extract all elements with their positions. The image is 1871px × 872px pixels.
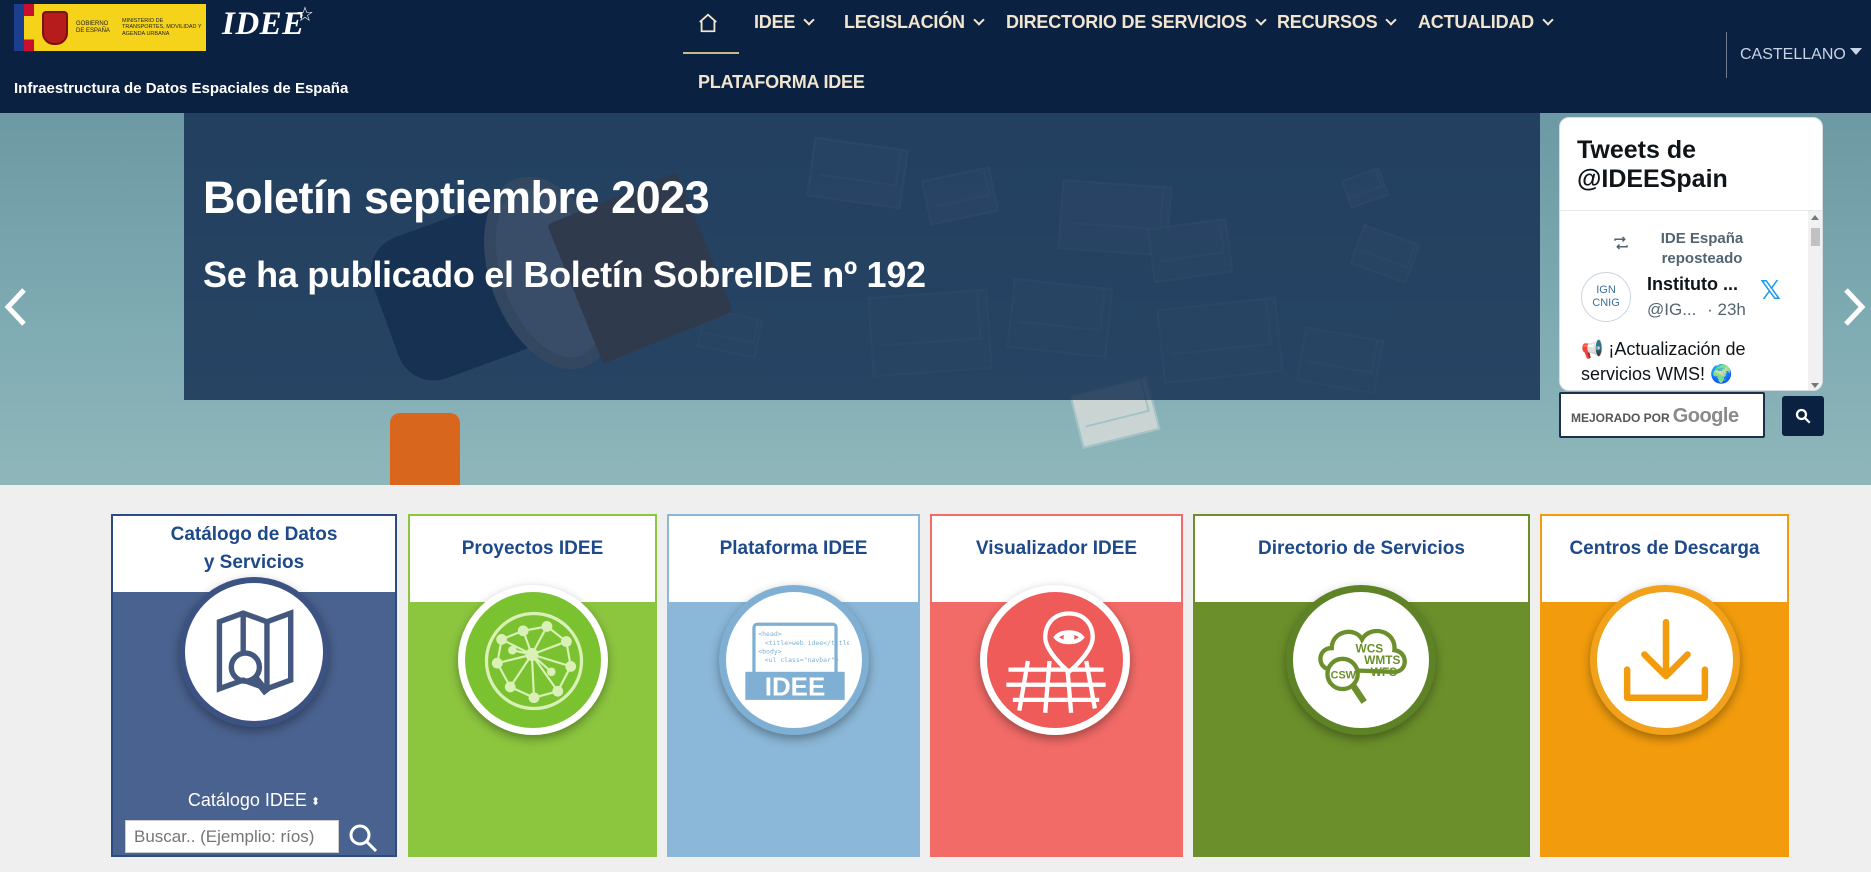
code-line-2: <title>web idee</title> (765, 639, 849, 647)
tweet-text: 📢 ¡Actualización de servicios WMS! 🌍 (1581, 339, 1746, 384)
caret-down-icon (1849, 48, 1862, 55)
scroll-down-icon[interactable] (1811, 383, 1819, 388)
google-search-button[interactable] (1782, 396, 1824, 436)
csw-label: CSW (1331, 669, 1357, 681)
nav-idee[interactable]: IDEE (754, 12, 815, 33)
language-label: CASTELLANO (1740, 46, 1846, 63)
tweets-header: Tweets de @IDEESpain (1560, 118, 1822, 211)
nav-actualidad-label: ACTUALIDAD (1418, 12, 1534, 32)
avatar[interactable]: IGN CNIG (1581, 272, 1631, 322)
scroll-thumb[interactable] (1811, 228, 1820, 246)
nav-home[interactable] (683, 10, 739, 54)
card-catalogo-title-line2: y Servicios (203, 552, 305, 573)
chevron-down-icon (973, 14, 985, 26)
idee-logo[interactable]: IDEE (222, 6, 305, 43)
card-plataforma[interactable]: Plataforma IDEE <head> <title>web idee</… (667, 514, 920, 857)
language-selector[interactable]: CASTELLANO (1740, 46, 1862, 64)
card-catalogo-circle[interactable] (179, 577, 329, 727)
spain-flag-icon (24, 4, 34, 51)
hand-illustration (390, 413, 460, 485)
card-directorio-circle[interactable]: WCS WMTS WFS CSW (1286, 585, 1436, 735)
card-visualizador[interactable]: Visualizador IDEE (930, 514, 1183, 857)
code-line-4: <ul class="navbar"> (765, 656, 839, 664)
nav-legislacion[interactable]: LEGISLACIÓN (844, 12, 985, 33)
map-search-icon (216, 609, 294, 696)
nav-directorio-label: DIRECTORIO DE SERVICIOS (1006, 12, 1247, 32)
tweet-time[interactable]: · 23h (1707, 300, 1746, 319)
coat-of-arms-icon (42, 10, 68, 45)
wfs-label: WFS (1371, 665, 1397, 679)
card-directorio[interactable]: Directorio de Servicios WCS WMTS WFS CSW (1193, 514, 1530, 857)
tweets-title[interactable]: Tweets de @IDEESpain (1577, 136, 1805, 194)
tweet-item[interactable]: IDE España reposteado IGN CNIG Instituto… (1560, 211, 1810, 390)
code-line-1: <head> (758, 630, 781, 638)
carousel-prev-button[interactable] (2, 286, 28, 328)
nav-legislacion-label: LEGISLACIÓN (844, 12, 965, 32)
tweet-author-name[interactable]: Instituto ... (1647, 274, 1738, 295)
carousel-next-button[interactable] (1842, 286, 1868, 328)
sort-icon: ⬍ (310, 795, 321, 808)
network-icon (484, 611, 584, 711)
code-screen-icon: <head> <title>web idee</title> <body> <u… (745, 622, 849, 702)
google-logo: Google (1672, 405, 1739, 427)
retweet-label: IDE España reposteado (1660, 230, 1744, 267)
scroll-up-icon[interactable] (1811, 215, 1819, 220)
catalog-selector-label: Catálogo IDEE (187, 790, 307, 810)
retweet-icon (1614, 236, 1628, 250)
slide-subtitle: Se ha publicado el Boletín SobreIDE nº 1… (203, 254, 926, 295)
code-line-3: <body> (758, 647, 781, 655)
chevron-down-icon (803, 14, 815, 26)
chevron-right-icon (1844, 288, 1866, 326)
chevron-down-icon (1542, 14, 1554, 26)
cloud-services-icon: WCS WMTS WFS CSW (1318, 628, 1407, 704)
star-icon: ☆ (296, 4, 314, 26)
eu-flag-icon (14, 4, 24, 51)
chevron-left-icon (4, 288, 26, 326)
nav-recursos-label: RECURSOS (1277, 12, 1378, 32)
google-search-input[interactable]: MEJORADO POR Google (1559, 392, 1765, 438)
ministry-text: Ministerio de Transportes, Movilidad y A… (122, 17, 202, 37)
catalog-selector[interactable]: Catálogo IDEE ⬍ (113, 790, 395, 811)
idee-word: IDEE (765, 674, 825, 702)
home-icon (699, 13, 717, 33)
map-pin-eye-icon (1006, 611, 1106, 714)
tweet-handle: @IG... (1647, 300, 1697, 319)
chevron-down-icon (1385, 14, 1398, 26)
card-visualizador-circle[interactable] (980, 585, 1130, 735)
site-title: Infraestructura de Datos Espaciales de E… (14, 80, 349, 97)
twitter-timeline[interactable]: Tweets de @IDEESpain IDE España repostea… (1559, 117, 1823, 391)
search-icon[interactable] (347, 822, 379, 854)
chevron-down-icon (1255, 14, 1267, 26)
google-search-label: MEJORADO POR (1571, 411, 1670, 425)
card-descarga-circle[interactable] (1590, 585, 1740, 735)
nav-recursos[interactable]: RECURSOS (1277, 12, 1398, 33)
slide-title[interactable]: Boletín septiembre 2023 (203, 172, 710, 224)
catalog-search-input[interactable] (125, 820, 339, 853)
language-divider (1726, 32, 1727, 78)
site-header: Gobierno de España Ministerio de Transpo… (0, 0, 1871, 113)
nav-plataforma[interactable]: PLATAFORMA IDEE (698, 72, 865, 93)
nav-actualidad[interactable]: ACTUALIDAD (1418, 12, 1554, 33)
nav-directorio[interactable]: DIRECTORIO DE SERVICIOS (1006, 12, 1267, 33)
download-icon (1623, 618, 1709, 701)
tweet-author-handle: @IG... · 23h (1647, 300, 1746, 320)
search-icon (1795, 408, 1811, 424)
card-plataforma-circle[interactable]: <head> <title>web idee</title> <body> <u… (719, 585, 869, 735)
card-proyectos[interactable]: Proyectos IDEE (408, 514, 657, 857)
gov-text: Gobierno de España (76, 20, 110, 34)
government-logo[interactable]: Gobierno de España Ministerio de Transpo… (14, 4, 206, 51)
card-catalogo[interactable]: Catálogo de Datos y Servicios Catálogo I… (111, 514, 397, 857)
card-descarga[interactable]: Centros de Descarga (1540, 514, 1789, 857)
card-proyectos-circle[interactable] (458, 585, 608, 735)
card-catalogo-title-line1: Catálogo de Datos (170, 524, 338, 545)
tweets-scrollbar[interactable] (1808, 211, 1822, 390)
nav-idee-label: IDEE (754, 12, 796, 32)
x-logo-icon[interactable]: 𝕏 (1760, 275, 1781, 306)
